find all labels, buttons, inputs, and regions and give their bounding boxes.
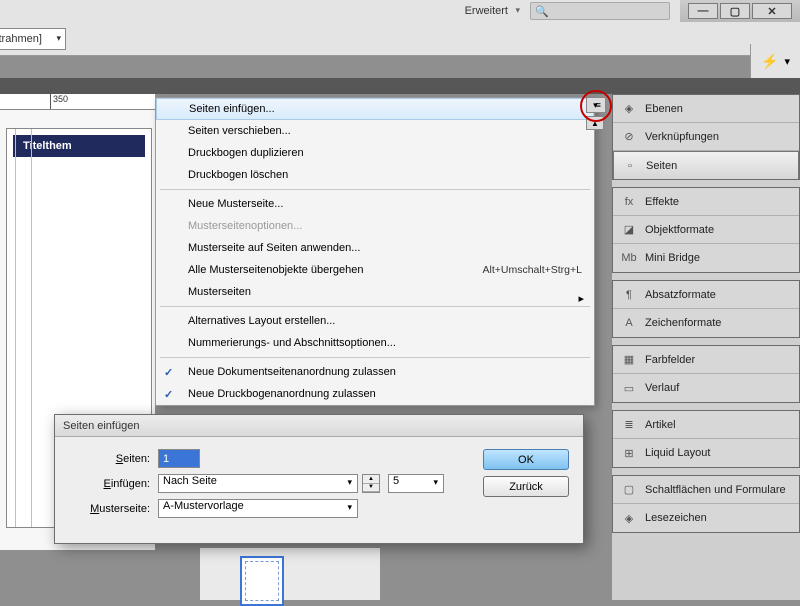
panel-icon: ◪ [621,222,637,238]
annotation-circle [580,90,612,122]
panel-tab[interactable]: ▢ Schaltflächen und Formulare [613,476,799,504]
panel-label: Verknüpfungen [645,131,719,143]
panel-icon: fx [621,194,637,210]
pages-input[interactable] [158,449,200,468]
ok-button[interactable]: OK [483,449,569,470]
panel-icon: ▦ [621,352,637,368]
panel-label: Verlauf [645,382,679,394]
menu-item[interactable]: ✓Neue Druckbogenanordnung zulassen [156,383,594,405]
panel-label: Effekte [645,196,679,208]
panel-label: Mini Bridge [645,252,700,264]
page-title-block: Titelthem [13,135,145,157]
page-number-field[interactable]: 5 [388,474,444,493]
panel-label: Artikel [645,419,676,431]
panel-tab[interactable]: ≣ Artikel [613,411,799,439]
search-input[interactable]: 🔍 [530,2,670,20]
panel-tab[interactable]: ⊞ Liquid Layout [613,439,799,467]
panel-icon: ▭ [621,380,637,396]
panel-label: Liquid Layout [645,447,710,459]
menu-item[interactable]: Seiten verschieben... [156,120,594,142]
insert-label: Einfügen: [69,478,154,490]
panel-tab[interactable]: ◈ Lesezeichen [613,504,799,532]
panel-icon: ◈ [621,510,637,526]
workspace-dropdown[interactable]: Erweitert [457,4,522,18]
panel-tab[interactable]: ▭ Verlauf [613,374,799,402]
panel-label: Objektformate [645,224,714,236]
panel-dock: ◈ Ebenen ⊘ Verknüpfungen ▫ Seiten fx Effekte ◪ Ob… [612,94,800,600]
master-label: Musterseite: [69,503,154,515]
page-number-spinner[interactable]: ▲▼ [362,474,380,493]
flash-icon: ⚡▾ [750,44,800,78]
horizontal-ruler: 350 [0,94,155,110]
pages-label: Seiten: [69,453,154,465]
panel-label: Zeichenformate [645,317,721,329]
menu-item[interactable]: Musterseite auf Seiten anwenden... [156,237,594,259]
panel-tab[interactable]: ◪ Objektformate [613,216,799,244]
object-style-dropdown[interactable]: xtrahmen] [0,28,66,50]
insert-position-dropdown[interactable]: Nach Seite [158,474,358,493]
ruler-tick: 350 [50,94,68,109]
panel-label: Farbfelder [645,354,695,366]
menu-item[interactable]: Druckbogen löschen [156,164,594,186]
menu-item[interactable]: Seiten einfügen... [156,98,594,120]
panel-tab[interactable]: A Zeichenformate [613,309,799,337]
panel-icon: ⊞ [621,445,637,461]
panel-tab[interactable]: ⊘ Verknüpfungen [613,123,799,151]
menu-item[interactable]: ✓Neue Dokumentseitenanordnung zulassen [156,361,594,383]
panel-label: Lesezeichen [645,512,707,524]
pages-thumbnail-strip [200,548,380,600]
menu-item[interactable]: Druckbogen duplizieren [156,142,594,164]
panel-label: Seiten [646,160,677,172]
panel-icon: ◈ [621,101,637,117]
panel-tab[interactable]: ▦ Farbfelder [613,346,799,374]
panel-icon: ▢ [621,482,637,498]
pages-panel-menu: Seiten einfügen...Seiten verschieben...D… [155,97,595,406]
panel-icon: ⊘ [621,129,637,145]
menu-item[interactable]: Alternatives Layout erstellen... [156,310,594,332]
panel-icon: ¶ [621,287,637,303]
panel-icon: ≣ [621,417,637,433]
minimize-button[interactable]: ― [688,3,718,19]
menu-item[interactable]: Nummerierungs- und Abschnittsoptionen... [156,332,594,354]
selected-page-thumbnail[interactable] [240,556,284,606]
panel-label: Schaltflächen und Formulare [645,484,786,496]
panel-label: Ebenen [645,103,683,115]
menu-item[interactable]: Musterseiten [156,281,594,303]
insert-pages-dialog: Seiten einfügen Seiten: Einfügen: Nach S… [54,414,584,544]
master-page-dropdown[interactable]: A-Mustervorlage [158,499,358,518]
close-button[interactable]: ✕ [752,3,792,19]
panel-tab[interactable]: ▫ Seiten [613,151,799,179]
panel-label: Absatzformate [645,289,716,301]
panel-icon: ▫ [622,158,638,174]
panel-icon: Mb [621,250,637,266]
menu-item: Musterseitenoptionen... [156,215,594,237]
panel-tab[interactable]: fx Effekte [613,188,799,216]
menu-item[interactable]: Alle Musterseitenobjekte übergehenAlt+Um… [156,259,594,281]
panel-tab[interactable]: Mb Mini Bridge [613,244,799,272]
panel-tab[interactable]: ¶ Absatzformate [613,281,799,309]
tab-strip [0,78,800,94]
maximize-button[interactable]: ▢ [720,3,750,19]
panel-tab[interactable]: ◈ Ebenen [613,95,799,123]
menu-item[interactable]: Neue Musterseite... [156,193,594,215]
dialog-title: Seiten einfügen [55,415,583,437]
cancel-button[interactable]: Zurück [483,476,569,497]
panel-icon: A [621,315,637,331]
